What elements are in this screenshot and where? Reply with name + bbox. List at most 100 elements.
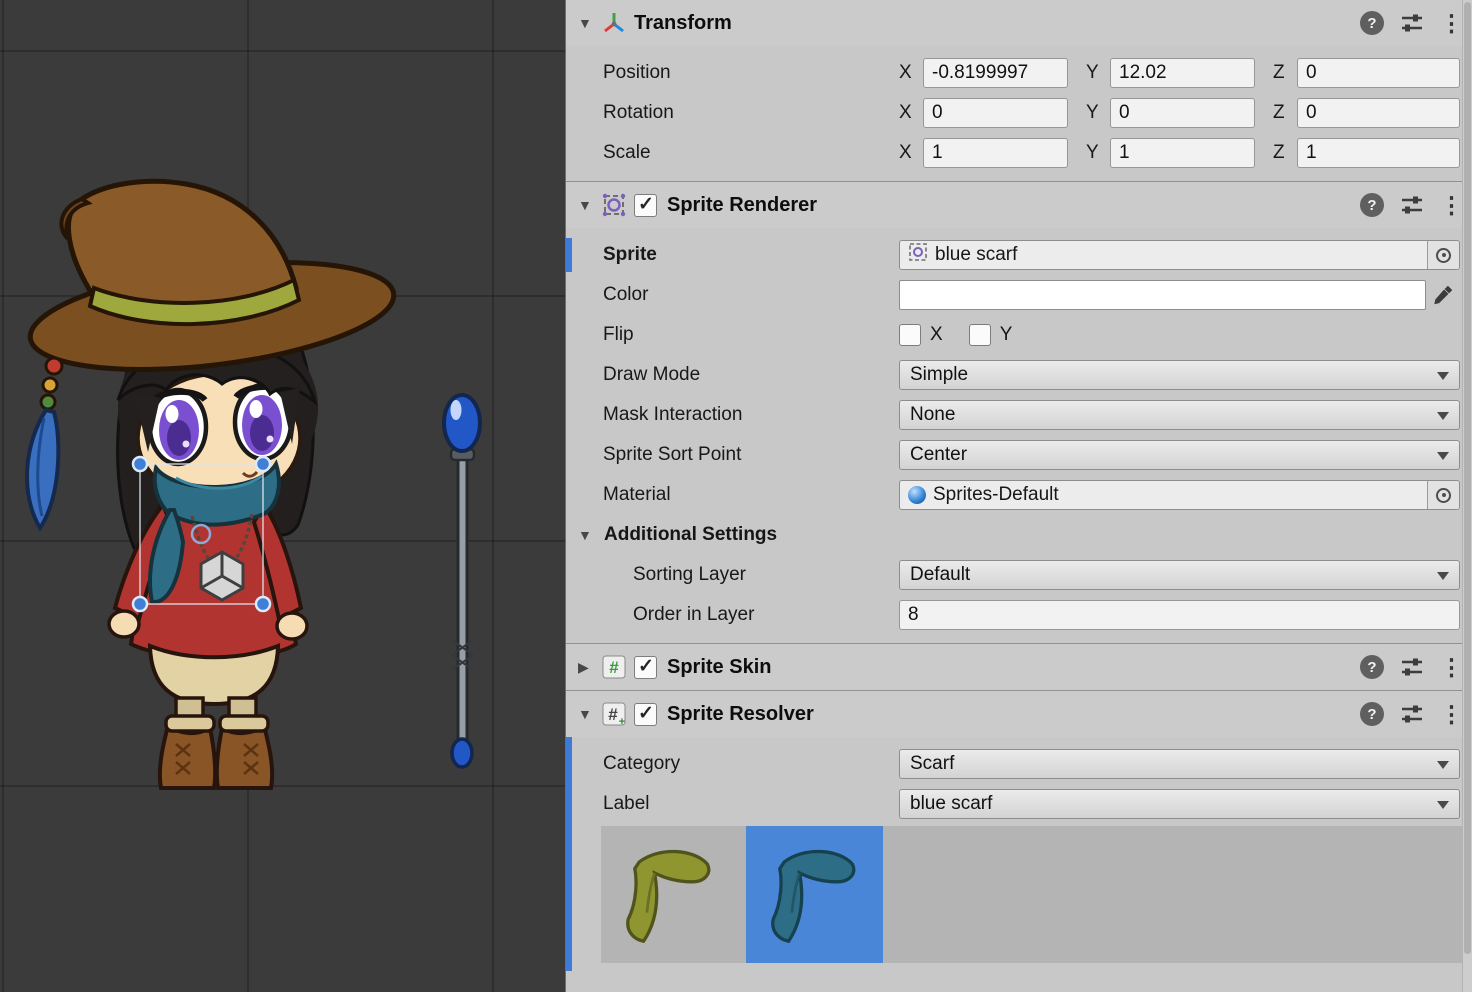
object-picker-icon[interactable] bbox=[1427, 241, 1459, 269]
transform-component: ▼ Transform ? ⋮ bbox=[566, 0, 1472, 181]
sprite-row: Sprite blue scarf bbox=[566, 235, 1472, 275]
axis-x-label: X bbox=[899, 62, 923, 84]
kebab-menu-icon[interactable]: ⋮ bbox=[1440, 703, 1456, 726]
unity-editor: ▼ Transform ? ⋮ bbox=[0, 0, 1472, 992]
order-in-layer-row: Order in Layer 8 bbox=[566, 595, 1472, 635]
component-enabled-checkbox[interactable] bbox=[634, 703, 657, 726]
color-field[interactable] bbox=[899, 280, 1426, 310]
sprite-option-blue-scarf[interactable] bbox=[746, 826, 883, 963]
presets-icon[interactable] bbox=[1400, 12, 1424, 34]
svg-text:#: # bbox=[608, 705, 618, 724]
label-label: Label bbox=[603, 793, 899, 815]
component-title: Sprite Renderer bbox=[667, 194, 817, 217]
scale-y-field[interactable]: 1 bbox=[1110, 138, 1255, 168]
position-y-field[interactable]: 12.02 bbox=[1110, 58, 1255, 88]
label-dropdown[interactable]: blue scarf bbox=[899, 789, 1460, 819]
presets-icon[interactable] bbox=[1400, 656, 1424, 678]
character-sprite[interactable] bbox=[24, 181, 399, 788]
position-z-field[interactable]: 0 bbox=[1297, 58, 1460, 88]
transform-icon bbox=[600, 10, 628, 36]
svg-text:#: # bbox=[609, 658, 619, 677]
presets-icon[interactable] bbox=[1400, 194, 1424, 216]
object-picker-icon[interactable] bbox=[1427, 481, 1459, 509]
rotation-label: Rotation bbox=[603, 102, 899, 124]
component-title: Sprite Resolver bbox=[667, 703, 814, 726]
component-title: Transform bbox=[634, 12, 732, 35]
draw-mode-label: Draw Mode bbox=[603, 364, 899, 386]
order-in-layer-field[interactable]: 8 bbox=[899, 600, 1460, 630]
flip-y-checkbox[interactable] bbox=[969, 324, 991, 346]
position-label: Position bbox=[603, 62, 899, 84]
selection-handle bbox=[256, 597, 270, 611]
help-icon[interactable]: ? bbox=[1360, 11, 1384, 35]
kebab-menu-icon[interactable]: ⋮ bbox=[1440, 656, 1456, 679]
material-row: Material Sprites-Default bbox=[566, 475, 1472, 515]
flip-x-checkbox[interactable] bbox=[899, 324, 921, 346]
scale-label: Scale bbox=[603, 142, 899, 164]
foldout-open-icon[interactable]: ▼ bbox=[578, 706, 600, 722]
flip-x-label: X bbox=[930, 324, 943, 346]
sprite-resolver-icon: #+ bbox=[600, 701, 628, 727]
axis-x-label: X bbox=[899, 142, 923, 164]
scale-x-field[interactable]: 1 bbox=[923, 138, 1068, 168]
scale-row: Scale X1 Y1 Z1 bbox=[566, 133, 1472, 173]
flip-y-label: Y bbox=[1000, 324, 1013, 346]
material-field-value: Sprites-Default bbox=[933, 484, 1059, 506]
sprite-renderer-icon bbox=[600, 192, 628, 218]
rotation-x-field[interactable]: 0 bbox=[923, 98, 1068, 128]
mask-interaction-dropdown[interactable]: None bbox=[899, 400, 1460, 430]
additional-settings-row: ▼ Additional Settings bbox=[566, 515, 1472, 555]
staff-sprite[interactable] bbox=[444, 395, 480, 767]
sprite-skin-component: ▶ # Sprite Skin ? ⋮ bbox=[566, 643, 1472, 690]
help-icon[interactable]: ? bbox=[1360, 702, 1384, 726]
flip-label: Flip bbox=[603, 324, 899, 346]
sprite-label: Sprite bbox=[603, 244, 899, 266]
category-label: Category bbox=[603, 753, 899, 775]
presets-icon[interactable] bbox=[1400, 703, 1424, 725]
sprite-sort-point-label: Sprite Sort Point bbox=[603, 444, 899, 466]
draw-mode-row: Draw Mode Simple bbox=[566, 355, 1472, 395]
sprite-object-field[interactable]: blue scarf bbox=[899, 240, 1460, 270]
sprite-resolver-header: ▼ #+ Sprite Resolver ? ⋮ bbox=[566, 691, 1472, 737]
svg-text:+: + bbox=[619, 716, 625, 727]
material-sphere-icon bbox=[908, 486, 926, 504]
position-row: Position X-0.8199997 Y12.02 Z0 bbox=[566, 53, 1472, 93]
scene-view[interactable] bbox=[0, 0, 565, 992]
order-in-layer-label: Order in Layer bbox=[603, 604, 899, 626]
component-title: Sprite Skin bbox=[667, 656, 771, 679]
kebab-menu-icon[interactable]: ⋮ bbox=[1440, 194, 1456, 217]
selection-handle bbox=[256, 457, 270, 471]
sprite-sort-point-dropdown[interactable]: Center bbox=[899, 440, 1460, 470]
scale-z-field[interactable]: 1 bbox=[1297, 138, 1460, 168]
sprite-renderer-component: ▼ Sprite Renderer ? ⋮ bbox=[566, 181, 1472, 643]
sprite-sort-point-row: Sprite Sort Point Center bbox=[566, 435, 1472, 475]
sprite-skin-header: ▶ # Sprite Skin ? ⋮ bbox=[566, 644, 1472, 690]
foldout-open-icon[interactable]: ▼ bbox=[578, 527, 600, 543]
scrollbar-thumb[interactable] bbox=[1464, 2, 1471, 954]
draw-mode-dropdown[interactable]: Simple bbox=[899, 360, 1460, 390]
help-icon[interactable]: ? bbox=[1360, 655, 1384, 679]
foldout-open-icon[interactable]: ▼ bbox=[578, 15, 600, 31]
material-object-field[interactable]: Sprites-Default bbox=[899, 480, 1460, 510]
component-enabled-checkbox[interactable] bbox=[634, 194, 657, 217]
component-enabled-checkbox[interactable] bbox=[634, 656, 657, 679]
kebab-menu-icon[interactable]: ⋮ bbox=[1440, 12, 1456, 35]
eyedropper-icon[interactable] bbox=[1426, 283, 1460, 307]
category-dropdown[interactable]: Scarf bbox=[899, 749, 1460, 779]
axis-x-label: X bbox=[899, 102, 923, 124]
rotation-z-field[interactable]: 0 bbox=[1297, 98, 1460, 128]
axis-y-label: Y bbox=[1086, 62, 1110, 84]
axis-z-label: Z bbox=[1273, 142, 1297, 164]
position-x-field[interactable]: -0.8199997 bbox=[923, 58, 1068, 88]
foldout-open-icon[interactable]: ▼ bbox=[578, 197, 600, 213]
help-icon[interactable]: ? bbox=[1360, 193, 1384, 217]
rotation-y-field[interactable]: 0 bbox=[1110, 98, 1255, 128]
foldout-closed-icon[interactable]: ▶ bbox=[578, 659, 600, 676]
sorting-layer-dropdown[interactable]: Default bbox=[899, 560, 1460, 590]
mask-interaction-label: Mask Interaction bbox=[603, 404, 899, 426]
sorting-layer-row: Sorting Layer Default bbox=[566, 555, 1472, 595]
axis-z-label: Z bbox=[1273, 62, 1297, 84]
sprite-variant-strip bbox=[601, 826, 1462, 963]
inspector-scrollbar[interactable] bbox=[1462, 0, 1472, 992]
sprite-option-green-scarf[interactable] bbox=[601, 826, 738, 963]
